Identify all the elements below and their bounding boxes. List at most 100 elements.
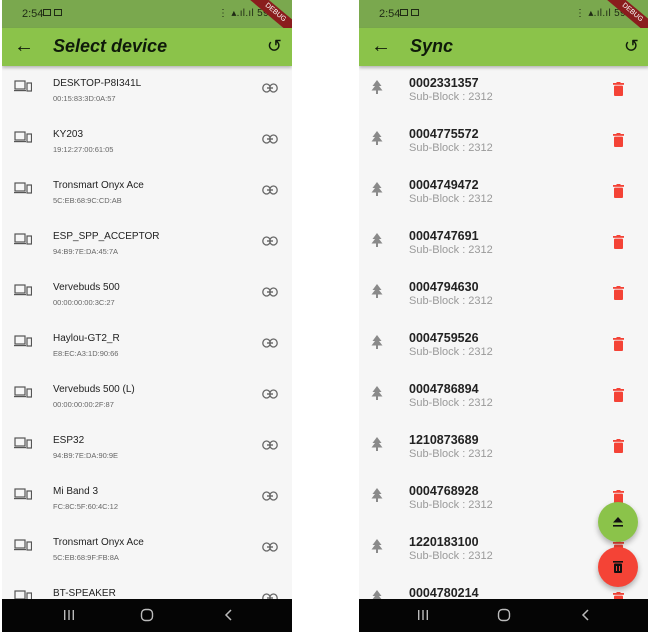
delete-icon[interactable] <box>613 439 624 453</box>
link-icon[interactable] <box>262 491 278 501</box>
device-list-item[interactable]: KY203 19:12:27:00:61:05 <box>2 117 292 168</box>
link-icon[interactable] <box>262 134 278 144</box>
device-name: Tronsmart Onyx Ace <box>53 180 144 191</box>
delete-icon[interactable] <box>613 133 624 147</box>
device-name: Tronsmart Onyx Ace <box>53 537 144 548</box>
delete-icon[interactable] <box>613 592 624 599</box>
block-id: 0004747691 <box>409 229 479 243</box>
devices-icon <box>14 437 32 449</box>
sync-list-item[interactable]: 0002331357 Sub-Block : 2312 <box>359 66 648 117</box>
device-list-item[interactable]: Tronsmart Onyx Ace 5C:EB:68:9F:FB:8A <box>2 525 292 576</box>
devices-icon <box>14 335 32 347</box>
device-name: ESP_SPP_ACCEPTOR <box>53 231 160 242</box>
device-list: DESKTOP-P8I341L 00:15:83:3D:0A:57 KY203 19:… <box>2 66 292 599</box>
block-id: 0004780214 <box>409 586 479 599</box>
back-nav-icon[interactable] <box>222 608 236 622</box>
tree-icon <box>372 590 382 599</box>
device-name: DESKTOP-P8I341L <box>53 78 142 89</box>
upload-button[interactable] <box>598 502 638 542</box>
device-list-item[interactable]: DESKTOP-P8I341L 00:15:83:3D:0A:57 <box>2 66 292 117</box>
page-title: Sync <box>410 36 454 56</box>
home-icon[interactable] <box>140 608 154 622</box>
tree-icon <box>371 233 383 247</box>
sync-screen: 2:54 ⋮ ▴.ıl.ıl 59% DEBUG ← Sync ↺ 000233… <box>359 0 648 632</box>
link-icon[interactable] <box>262 236 278 246</box>
devices-icon <box>14 590 32 599</box>
link-icon[interactable] <box>262 185 278 195</box>
sync-list-item[interactable]: 0004786894 Sub-Block : 2312 <box>359 372 648 423</box>
page-title: Select device <box>53 36 168 56</box>
device-list-item[interactable]: Vervebuds 500 (L) 00:00:00:00:2F:87 <box>2 372 292 423</box>
recent-apps-icon[interactable] <box>62 608 76 622</box>
device-list-item[interactable]: BT-SPEAKER <box>2 576 292 599</box>
block-id: 0004786894 <box>409 382 479 396</box>
sub-block-label: Sub-Block : 2312 <box>409 448 493 460</box>
delete-icon[interactable] <box>613 235 624 249</box>
tree-icon <box>371 131 383 145</box>
delete-all-button[interactable] <box>598 547 638 587</box>
link-icon[interactable] <box>262 83 278 93</box>
devices-icon <box>14 233 32 245</box>
devices-icon <box>14 284 32 296</box>
tree-icon <box>371 437 383 451</box>
refresh-icon[interactable]: ↺ <box>267 33 282 59</box>
block-id: 1210873689 <box>409 433 479 447</box>
device-list-item[interactable]: ESP32 94:B9:7E:DA:90:9E <box>2 423 292 474</box>
devices-icon <box>14 182 32 194</box>
tree-icon <box>371 182 383 196</box>
delete-icon[interactable] <box>613 82 624 96</box>
sub-block-label: Sub-Block : 2312 <box>409 397 493 409</box>
link-icon[interactable] <box>262 287 278 297</box>
tree-icon <box>371 335 383 349</box>
device-list-item[interactable]: Tronsmart Onyx Ace 5C:EB:68:9C:CD:AB <box>2 168 292 219</box>
arrow-left-icon[interactable]: ← <box>14 33 34 59</box>
device-mac-address: 00:00:00:00:2F:87 <box>53 400 114 409</box>
sub-block-label: Sub-Block : 2312 <box>409 550 493 562</box>
device-list-item[interactable]: Vervebuds 500 00:00:00:00:3C:27 <box>2 270 292 321</box>
refresh-icon[interactable]: ↺ <box>624 33 639 59</box>
device-list-item[interactable]: Mi Band 3 FC:8C:5F:60:4C:12 <box>2 474 292 525</box>
device-name: BT-SPEAKER <box>53 588 116 599</box>
devices-icon <box>14 386 32 398</box>
link-icon[interactable] <box>262 338 278 348</box>
app-bar: ← Select device ↺ <box>2 28 292 66</box>
status-time: 2:54 <box>22 8 44 20</box>
tree-icon <box>371 488 383 502</box>
device-list-item[interactable]: ESP_SPP_ACCEPTOR 94:B9:7E:DA:45:7A <box>2 219 292 270</box>
sync-list-item[interactable]: 1210873689 Sub-Block : 2312 <box>359 423 648 474</box>
link-icon[interactable] <box>262 542 278 552</box>
recent-apps-icon[interactable] <box>416 608 430 622</box>
sync-list-item[interactable]: 0004747691 Sub-Block : 2312 <box>359 219 648 270</box>
app-bar: ← Sync ↺ <box>359 28 648 66</box>
sync-list-item[interactable]: 0004749472 Sub-Block : 2312 <box>359 168 648 219</box>
sync-list-item[interactable]: 0004775572 Sub-Block : 2312 <box>359 117 648 168</box>
home-icon[interactable] <box>497 608 511 622</box>
delete-icon[interactable] <box>613 184 624 198</box>
devices-icon <box>14 488 32 500</box>
block-id: 0002331357 <box>409 76 479 90</box>
tree-icon <box>371 386 383 400</box>
device-list-item[interactable]: Haylou-GT2_R E8:EC:A3:1D:90:66 <box>2 321 292 372</box>
back-nav-icon[interactable] <box>579 608 593 622</box>
link-icon[interactable] <box>262 389 278 399</box>
sync-list-item[interactable]: 0004794630 Sub-Block : 2312 <box>359 270 648 321</box>
block-id: 0004749472 <box>409 178 479 192</box>
device-mac-address: 00:15:83:3D:0A:57 <box>53 94 116 103</box>
device-name: ESP32 <box>53 435 85 446</box>
device-mac-address: 00:00:00:00:3C:27 <box>53 298 115 307</box>
link-icon[interactable] <box>262 440 278 450</box>
device-mac-address: E8:EC:A3:1D:90:66 <box>53 349 119 358</box>
device-name: KY203 <box>53 129 84 140</box>
arrow-left-icon[interactable]: ← <box>371 33 391 59</box>
sync-list-item[interactable]: 0004759526 Sub-Block : 2312 <box>359 321 648 372</box>
device-mac-address: 5C:EB:68:9F:FB:8A <box>53 553 119 562</box>
delete-icon[interactable] <box>613 286 624 300</box>
devices-icon <box>14 539 32 551</box>
status-bar: 2:54 ⋮ ▴.ıl.ıl 59% DEBUG <box>359 0 648 41</box>
block-id: 1220183100 <box>409 535 479 549</box>
delete-icon[interactable] <box>613 388 624 402</box>
sub-block-label: Sub-Block : 2312 <box>409 91 493 103</box>
device-name: Vervebuds 500 (L) <box>53 384 135 395</box>
delete-icon[interactable] <box>613 337 624 351</box>
sub-block-label: Sub-Block : 2312 <box>409 142 493 154</box>
